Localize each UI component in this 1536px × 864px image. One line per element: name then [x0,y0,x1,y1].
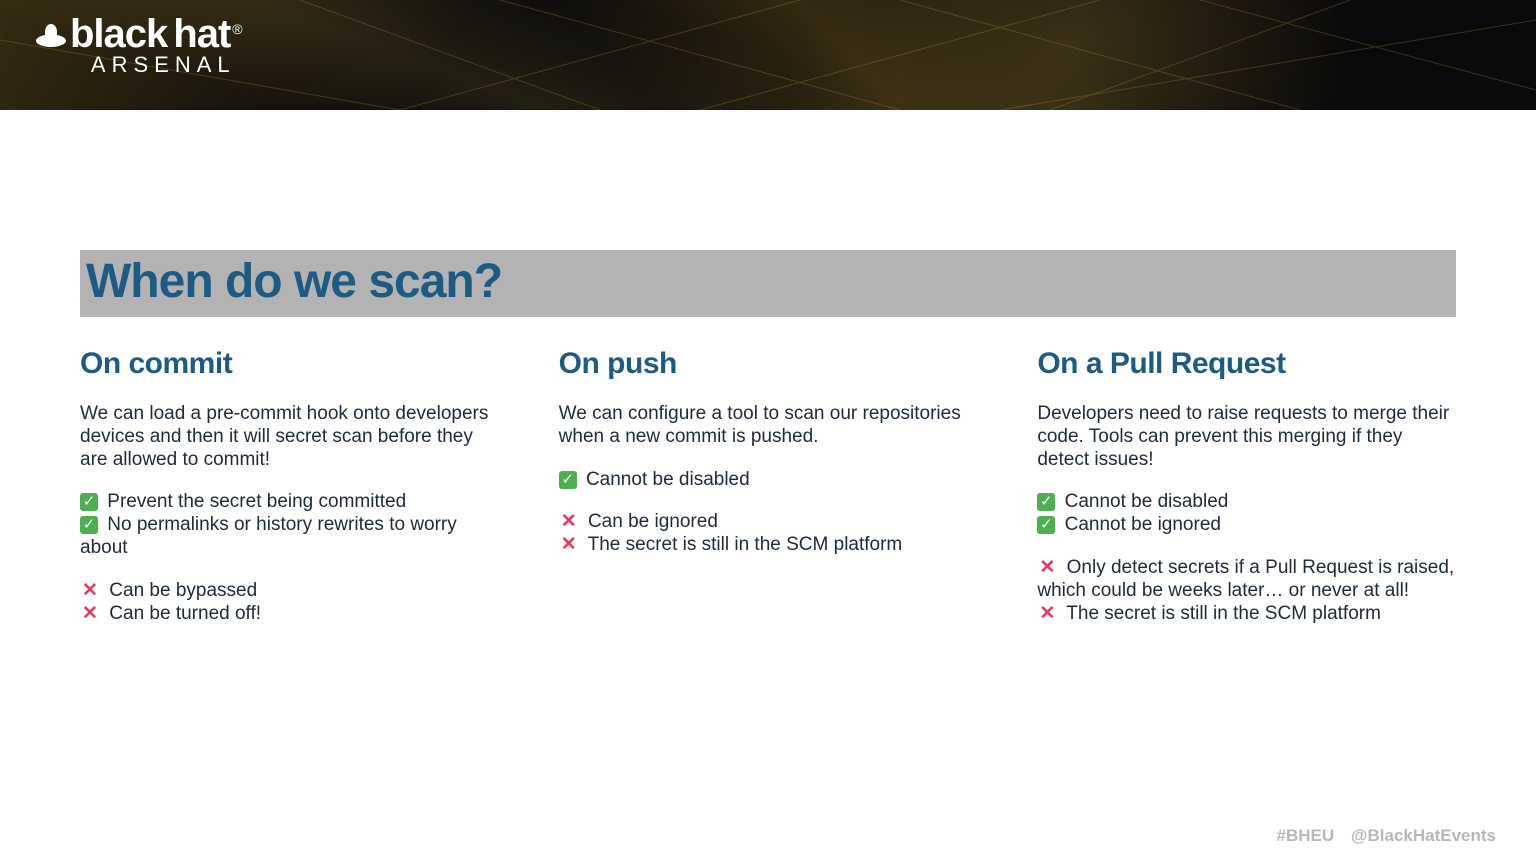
pro-item: ✓ Cannot be disabled [559,469,978,492]
cross-icon: ✕ [1037,557,1057,580]
pro-item: ✓ Prevent the secret being committed [80,491,499,514]
slide-header: black hat ® ARSENAL [0,0,1536,110]
pros-group: ✓ Prevent the secret being committed✓ No… [80,491,499,559]
column-heading: On commit [80,347,499,381]
column-intro: We can load a pre-commit hook onto devel… [80,403,499,471]
footer-handle: @BlackHatEvents [1351,826,1496,845]
check-icon: ✓ [1037,516,1055,534]
hat-icon [34,22,68,50]
column-1: On push We can configure a tool to scan o… [559,347,978,645]
con-item: ✕ Can be bypassed [80,580,499,603]
column-2: On a Pull Request Developers need to rais… [1037,347,1456,645]
pro-item: ✓ Cannot be ignored [1037,514,1456,537]
con-item: ✕ Can be turned off! [80,603,499,626]
check-icon: ✓ [80,493,98,511]
column-heading: On push [559,347,978,381]
check-icon: ✓ [1037,493,1055,511]
con-item: ✕ The secret is still in the SCM platfor… [1037,603,1456,626]
check-icon: ✓ [559,471,577,489]
column-0: On commit We can load a pre-commit hook o… [80,347,499,645]
column-intro: Developers need to raise requests to mer… [1037,403,1456,471]
cons-group: ✕ Only detect secrets if a Pull Request … [1037,557,1456,625]
content-columns: On commit We can load a pre-commit hook o… [80,347,1456,645]
column-heading: On a Pull Request [1037,347,1456,381]
slide-footer: #BHEU @BlackHatEvents [1277,826,1496,846]
cross-icon: ✕ [80,603,100,626]
cross-icon: ✕ [1037,603,1057,626]
check-icon: ✓ [80,516,98,534]
blackhat-logo: black hat ® ARSENAL [34,14,242,78]
cons-group: ✕ Can be bypassed✕ Can be turned off! [80,580,499,626]
logo-text-hat: hat [173,14,230,54]
logo-subtitle: ARSENAL [34,52,236,78]
column-intro: We can configure a tool to scan our repo… [559,403,978,449]
registered-mark: ® [232,22,241,36]
con-item: ✕ The secret is still in the SCM platfor… [559,534,978,557]
pros-group: ✓ Cannot be disabled [559,469,978,492]
pro-item: ✓ No permalinks or history rewrites to w… [80,514,499,560]
pro-item: ✓ Cannot be disabled [1037,491,1456,514]
slide-title-bar: When do we scan? [80,250,1456,317]
pros-group: ✓ Cannot be disabled✓ Cannot be ignored [1037,491,1456,537]
con-item: ✕ Only detect secrets if a Pull Request … [1037,557,1456,603]
cross-icon: ✕ [80,580,100,603]
logo-text-black: black [70,14,167,54]
cons-group: ✕ Can be ignored✕ The secret is still in… [559,511,978,557]
slide-title: When do we scan? [86,254,1450,309]
cross-icon: ✕ [559,511,579,534]
footer-hashtag: #BHEU [1277,826,1335,845]
cross-icon: ✕ [559,534,579,557]
con-item: ✕ Can be ignored [559,511,978,534]
